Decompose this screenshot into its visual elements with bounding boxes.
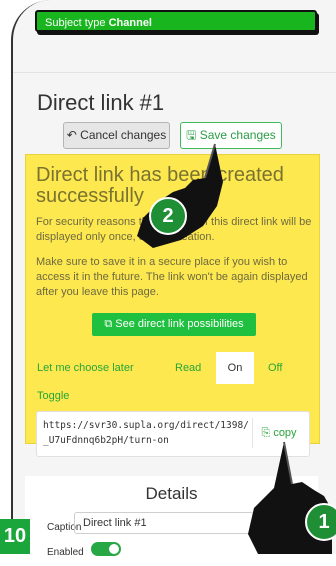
external-link-icon: ⧉ [104,318,113,330]
caption-input[interactable]: Direct link #1 [74,512,254,534]
step-marker-2: 2 [149,197,187,235]
alert-save-note: Make sure to save it in a secure place i… [36,256,308,298]
enabled-label: Enabled [47,547,84,558]
subject-type-prefix: Subject type [45,17,109,29]
action-off[interactable]: Off [268,361,282,375]
step-marker-1: 1 [305,503,336,541]
action-read[interactable]: Read [175,361,201,375]
direct-link-url: https://svr30.supla.org/direct/1398/_U7u… [43,420,249,446]
see-direct-link-possibilities-button[interactable]: ⧉ See direct link possibilities [92,313,256,336]
action-toggle[interactable]: Toggle [37,390,69,402]
action-on[interactable]: On [216,352,254,384]
subject-type-value: Channel [108,17,152,29]
undo-icon: ↶ [66,128,77,142]
step-number-badge: 10 [0,519,30,554]
divider [13,72,336,73]
subject-type-bar: Subject type Channel [35,10,317,32]
pointing-hand-icon [137,143,223,248]
action-let-me-choose-later[interactable]: Let me choose later [37,361,134,375]
page-title: Direct link #1 [37,90,165,115]
possibilities-label: See direct link possibilities [115,318,244,330]
